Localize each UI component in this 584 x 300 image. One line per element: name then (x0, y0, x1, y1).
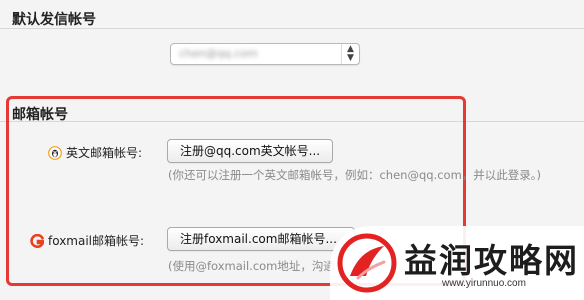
watermark-text: 益润攻略网 (404, 241, 579, 280)
register-english-account-button[interactable]: 注册@qq.com英文帐号... (167, 139, 333, 163)
watermark-logo-icon (336, 232, 398, 298)
watermark-url: www.yirunnuo.com (442, 278, 526, 289)
divider (0, 28, 584, 29)
register-foxmail-account-button[interactable]: 注册foxmail.com邮箱帐号... (167, 227, 355, 251)
default-sender-value: chen@qq.com (179, 47, 258, 60)
english-account-hint: (你还可以注册一个英文邮箱帐号，例如：chen@qq.com，并以此登录。) (168, 168, 542, 182)
qq-penguin-icon (48, 145, 62, 160)
default-sender-title: 默认发信帐号 (12, 12, 96, 28)
english-account-label: 英文邮箱帐号: (48, 144, 142, 161)
english-account-label-text: 英文邮箱帐号: (66, 146, 143, 160)
default-sender-select[interactable]: chen@qq.com ▲ ▼ (170, 43, 360, 65)
foxmail-logo-icon (30, 233, 44, 248)
foxmail-account-hint: (使用@foxmail.com地址，沟通 (168, 259, 335, 273)
foxmail-account-label-text: foxmail邮箱帐号: (48, 234, 145, 248)
updown-arrows-icon: ▲ ▼ (341, 44, 359, 64)
foxmail-account-label: foxmail邮箱帐号: (30, 232, 144, 249)
